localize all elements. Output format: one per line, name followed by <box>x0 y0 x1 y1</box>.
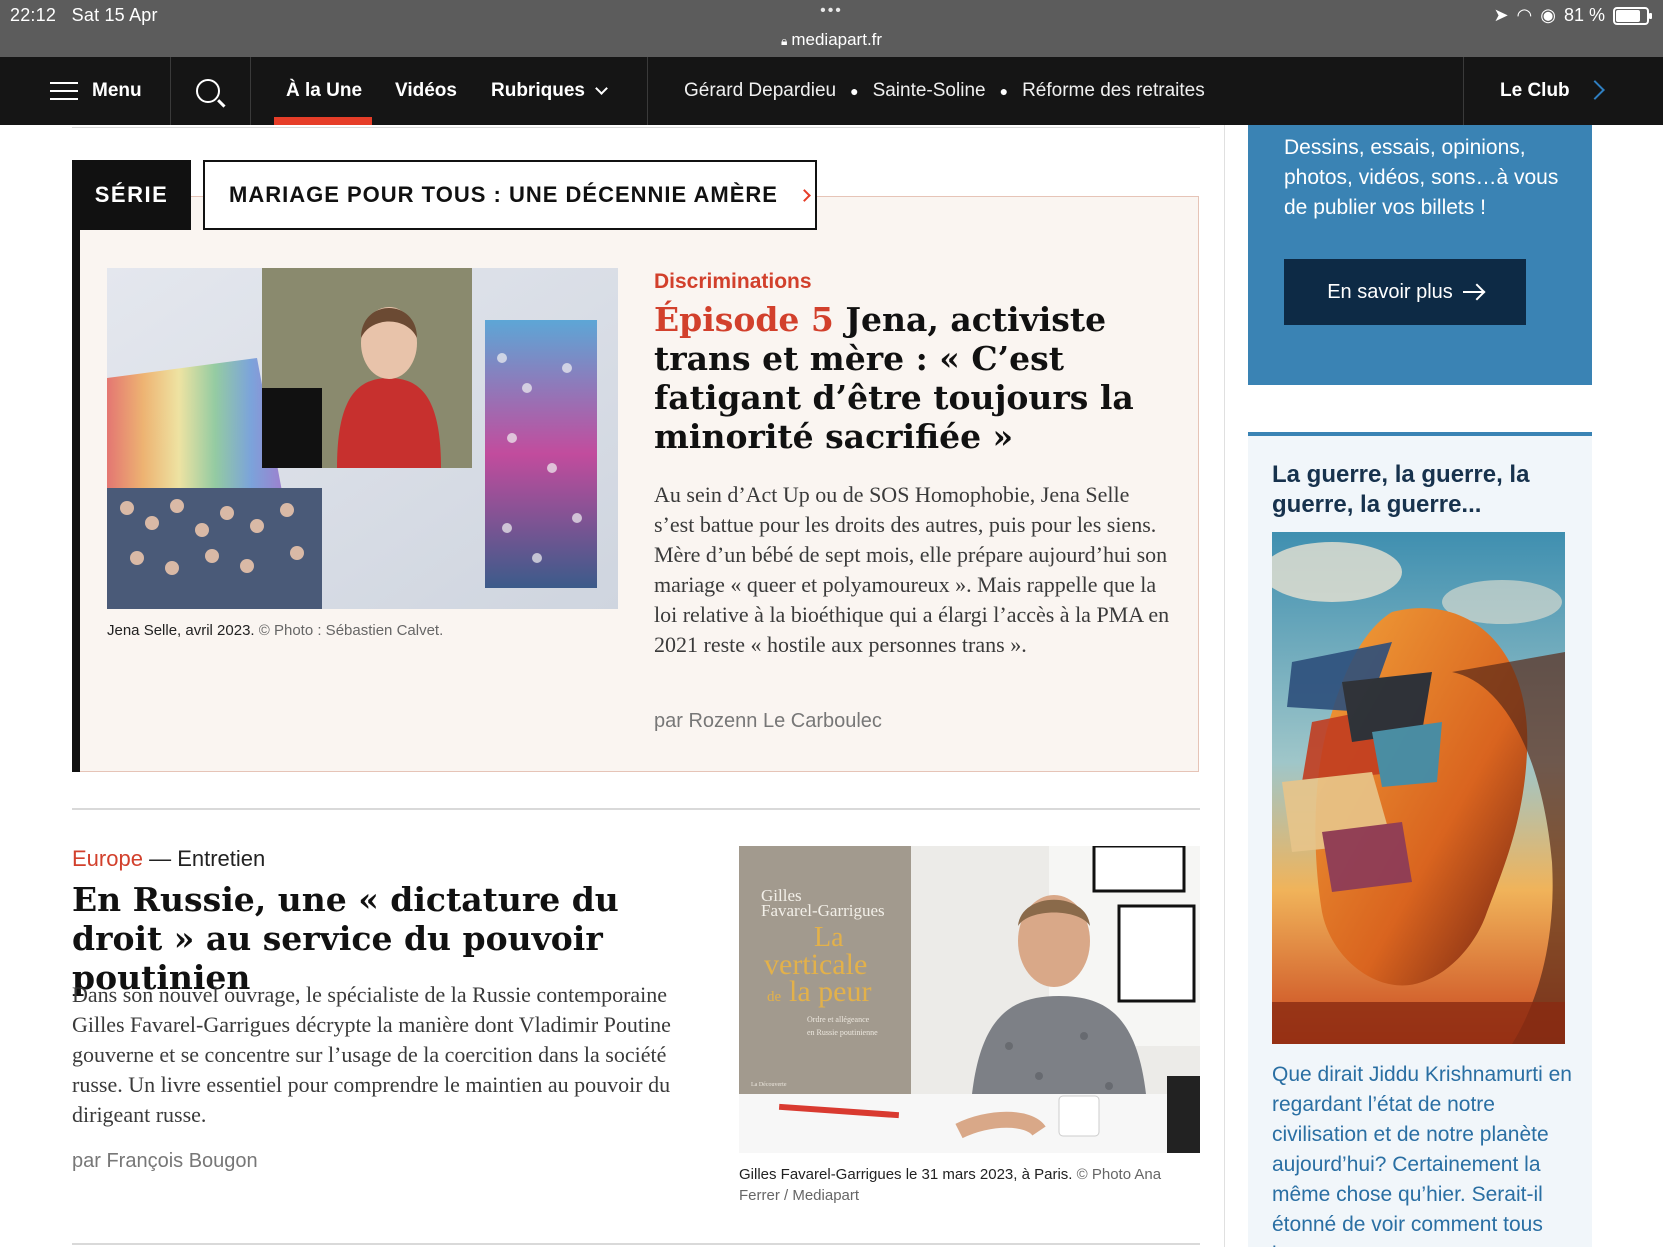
rubriques-label: Rubriques <box>491 80 585 101</box>
book-subtitle: Ordre et allégeance <box>807 1015 870 1024</box>
nav-link-a-la-une[interactable]: À la Une <box>286 57 362 125</box>
interview-image: Gilles Favarel-Garrigues La verticale de… <box>739 846 1200 1153</box>
trending-topic[interactable]: Sainte-Soline <box>873 80 986 102</box>
arrow-right-icon <box>1462 291 1483 293</box>
blog-excerpt[interactable]: Que dirait Jiddu Krishnamurti en regarda… <box>1272 1060 1572 1247</box>
blog-title[interactable]: La guerre, la guerre, la guerre, la guer… <box>1272 460 1572 520</box>
caption-text: Jena Selle, avril 2023. <box>107 622 255 639</box>
article-lede: Dans son nouvel ouvrage, le spécialiste … <box>72 982 671 1127</box>
article-kicker: Europe — Entretien <box>72 846 265 872</box>
caption-text: Gilles Favarel-Garrigues le 31 mars 2023… <box>739 1166 1073 1183</box>
column-divider <box>1224 125 1225 1247</box>
divider <box>72 808 1200 810</box>
tab-overview-dots[interactable]: ••• <box>0 2 1663 20</box>
divider <box>72 1243 1200 1245</box>
bullet-separator: ● <box>850 83 859 99</box>
active-tab-indicator <box>274 117 372 125</box>
divider <box>72 127 1200 128</box>
learn-more-button[interactable]: En savoir plus <box>1284 259 1526 325</box>
book-title-line: de <box>767 989 782 1005</box>
club-promo: Dessins, essais, opinions, photos, vidéo… <box>1248 125 1592 385</box>
feature-caption: Jena Selle, avril 2023. © Photo : Sébast… <box>107 622 443 639</box>
article-byline[interactable]: par François Bougon <box>72 1150 258 1173</box>
episode-label: Épisode 5 <box>654 300 834 339</box>
status-bar: 22:12 Sat 15 Apr ••• 🔒︎ mediapart.fr ➤ ◠ … <box>0 0 1663 57</box>
collage-image <box>107 268 618 609</box>
serie-title: MARIAGE POUR TOUS : UNE DÉCENNIE AMÈRE <box>229 182 778 207</box>
status-indicators: ➤ ◠ ◉ 81 % <box>1493 5 1652 26</box>
search-icon <box>196 79 220 103</box>
hamburger-icon <box>50 82 78 100</box>
portrait-illustration <box>1272 532 1565 1044</box>
main-nav: Menu À la Une Vidéos Rubriques Gérard De… <box>0 57 1663 125</box>
promo-text: Dessins, essais, opinions, photos, vidéo… <box>1284 136 1559 219</box>
blog-image[interactable] <box>1272 532 1565 1044</box>
battery-percent: 81 % <box>1563 5 1605 25</box>
trending-topic[interactable]: Réforme des retraites <box>1022 80 1205 102</box>
club-blog-card[interactable]: La guerre, la guerre, la guerre, la guer… <box>1248 432 1592 1247</box>
location-icon: ➤ <box>1493 5 1509 25</box>
book-title-line: la peur <box>789 975 871 1008</box>
bullet-separator: ● <box>999 83 1009 99</box>
address-bar[interactable]: 🔒︎ mediapart.fr <box>0 30 1663 50</box>
kicker-separator: — <box>142 846 178 871</box>
search-button[interactable] <box>196 57 220 125</box>
article-type: Entretien <box>177 846 266 871</box>
book-publisher: La Découverte <box>751 1082 787 1088</box>
feature-photo[interactable] <box>107 268 618 609</box>
menu-label: Menu <box>92 80 142 101</box>
le-club-link[interactable]: Le Club <box>1500 57 1570 125</box>
chevron-right-icon <box>798 188 811 202</box>
lock-icon: 🔒︎ <box>780 34 788 48</box>
article-caption: Gilles Favarel-Garrigues le 31 mars 2023… <box>739 1164 1200 1206</box>
wifi-icon: ◠ <box>1516 5 1533 25</box>
nav-link-rubriques[interactable]: Rubriques <box>491 57 608 125</box>
nav-link-videos[interactable]: Vidéos <box>395 57 457 125</box>
photo-credit: © Photo : Sébastien Calvet. <box>258 622 444 639</box>
feature-headline[interactable]: Épisode 5 Jena, activiste trans et mère … <box>654 300 1174 456</box>
serie-title-link[interactable]: MARIAGE POUR TOUS : UNE DÉCENNIE AMÈRE <box>203 160 817 230</box>
section-label[interactable]: Europe <box>72 846 143 871</box>
article-photo[interactable]: Gilles Favarel-Garrigues La verticale de… <box>739 846 1200 1153</box>
trending-topic[interactable]: Gérard Depardieu <box>684 80 836 102</box>
section-kicker[interactable]: Discriminations <box>654 270 812 294</box>
serie-accent-bar <box>72 160 80 772</box>
book-author-line: Favarel-Garrigues <box>761 901 885 920</box>
feature-byline[interactable]: par Rozenn Le Carboulec <box>654 710 882 733</box>
menu-button[interactable]: Menu <box>50 57 142 125</box>
chevron-right-icon[interactable] <box>1585 80 1605 100</box>
url-text: mediapart.fr <box>791 30 883 49</box>
book-subtitle: en Russie poutinienne <box>807 1028 878 1037</box>
trending-topics: Gérard Depardieu ● Sainte-Soline ● Réfor… <box>684 57 1205 125</box>
battery-icon <box>1613 6 1652 25</box>
learn-more-label: En savoir plus <box>1327 280 1453 303</box>
feature-lede: Au sein d’Act Up ou de SOS Homophobie, J… <box>654 482 1170 657</box>
orientation-lock-icon: ◉ <box>1540 5 1556 25</box>
serie-tag: SÉRIE <box>72 160 191 230</box>
chevron-down-icon <box>595 82 608 95</box>
